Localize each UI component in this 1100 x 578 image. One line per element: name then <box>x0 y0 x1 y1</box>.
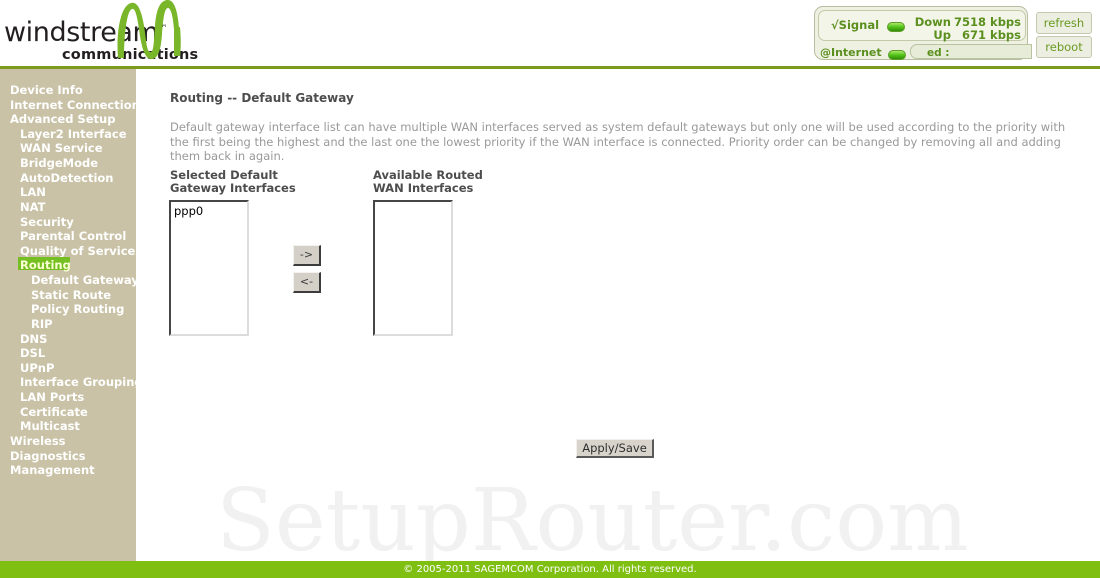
internet-status-row: @Internet ed : <box>816 43 1032 60</box>
available-interfaces-listbox[interactable] <box>373 200 453 336</box>
upstream-rate: 671 kbps <box>962 28 1021 42</box>
sidebar-item-default-gateway[interactable]: Default Gateway <box>0 273 139 288</box>
brand-logo[interactable]: windstream™ communications <box>0 0 300 66</box>
apply-save-button[interactable]: Apply/Save <box>576 439 654 458</box>
sidebar-item-diagnostics[interactable]: Diagnostics <box>0 449 86 464</box>
main-content: SetupRouter.com Routing -- Default Gatew… <box>136 69 1100 561</box>
add-interface-button[interactable]: -> <box>293 245 321 266</box>
sidebar-item-lan-ports[interactable]: LAN Ports <box>0 390 84 405</box>
sidebar-item-nat[interactable]: NAT <box>0 200 45 215</box>
sidebar-item-policy-routing[interactable]: Policy Routing <box>0 302 124 317</box>
sidebar-item-device-info[interactable]: Device Info <box>0 83 83 98</box>
sidebar-item-advanced-setup[interactable]: Advanced Setup <box>0 112 115 127</box>
list-item[interactable]: ppp0 <box>174 204 203 218</box>
sidebar-item-dsl[interactable]: DSL <box>0 346 45 361</box>
refresh-button[interactable]: refresh <box>1036 12 1092 34</box>
sidebar-item-static-route[interactable]: Static Route <box>0 288 111 303</box>
status-panel: √Signal Down 7518 kbps Up 671 kbps @Inte… <box>814 6 1092 60</box>
sidebar-item-wireless[interactable]: Wireless <box>0 434 66 449</box>
selected-interfaces-listbox[interactable]: ppp0 <box>169 200 249 336</box>
copyright-text: © 2005-2011 SAGEMCOM Corporation. All ri… <box>403 564 697 575</box>
sidebar-nav: Device Info Internet Connection Advanced S… <box>0 69 143 561</box>
available-interfaces-label: Available Routed WAN Interfaces <box>373 168 483 195</box>
page-footer: © 2005-2011 SAGEMCOM Corporation. All ri… <box>0 561 1100 578</box>
sidebar-item-certificate[interactable]: Certificate <box>0 405 88 420</box>
internet-led-icon <box>888 50 906 60</box>
signal-led-icon <box>887 22 905 32</box>
sidebar-item-interface-grouping[interactable]: Interface Grouping <box>0 375 143 390</box>
sidebar-item-layer2-interface[interactable]: Layer2 Interface <box>0 127 127 142</box>
downstream-rate: 7518 kbps <box>954 15 1021 29</box>
site-watermark: SetupRouter.com <box>216 471 969 561</box>
sidebar-item-multicast[interactable]: Multicast <box>0 419 80 434</box>
reboot-button[interactable]: reboot <box>1036 36 1092 58</box>
downstream-label: Down <box>914 15 951 29</box>
page-header: windstream™ communications √Signal Down … <box>0 0 1100 69</box>
sidebar-item-dns[interactable]: DNS <box>0 332 47 347</box>
sidebar-item-management[interactable]: Management <box>0 463 95 478</box>
internet-label: @Internet <box>820 46 882 59</box>
remove-interface-button[interactable]: <- <box>293 272 321 293</box>
upstream-label: Up <box>933 28 951 42</box>
windstream-w-logo-icon <box>117 0 181 60</box>
router-admin-page: windstream™ communications √Signal Down … <box>0 0 1100 578</box>
selected-interfaces-label: Selected Default Gateway Interfaces <box>170 168 296 195</box>
internet-status-text: ed : <box>927 47 950 59</box>
sidebar-item-security[interactable]: Security <box>0 215 74 230</box>
sidebar-item-lan[interactable]: LAN <box>0 185 46 200</box>
internet-status-field[interactable]: ed : <box>910 44 1032 59</box>
page-description: Default gateway interface list can have … <box>170 120 1066 163</box>
sidebar-item-internet-connection[interactable]: Internet Connection <box>0 98 140 113</box>
signal-status-row: √Signal Down 7518 kbps Up 671 kbps <box>818 10 1026 42</box>
sidebar-item-routing[interactable]: Routing <box>0 258 71 273</box>
page-title: Routing -- Default Gateway <box>170 91 354 105</box>
sidebar-item-wan-service[interactable]: WAN Service <box>0 141 103 156</box>
sidebar-item-rip[interactable]: RIP <box>0 317 53 332</box>
sidebar-item-bridgemode[interactable]: BridgeMode <box>0 156 98 171</box>
signal-label: √Signal <box>831 18 880 32</box>
sidebar-item-quality-of-service[interactable]: Quality of Service <box>0 244 135 259</box>
sidebar-item-upnp[interactable]: UPnP <box>0 361 54 376</box>
sidebar-item-autodetection[interactable]: AutoDetection <box>0 171 113 186</box>
sidebar-item-parental-control[interactable]: Parental Control <box>0 229 126 244</box>
status-shell: √Signal Down 7518 kbps Up 671 kbps @Inte… <box>814 6 1032 60</box>
